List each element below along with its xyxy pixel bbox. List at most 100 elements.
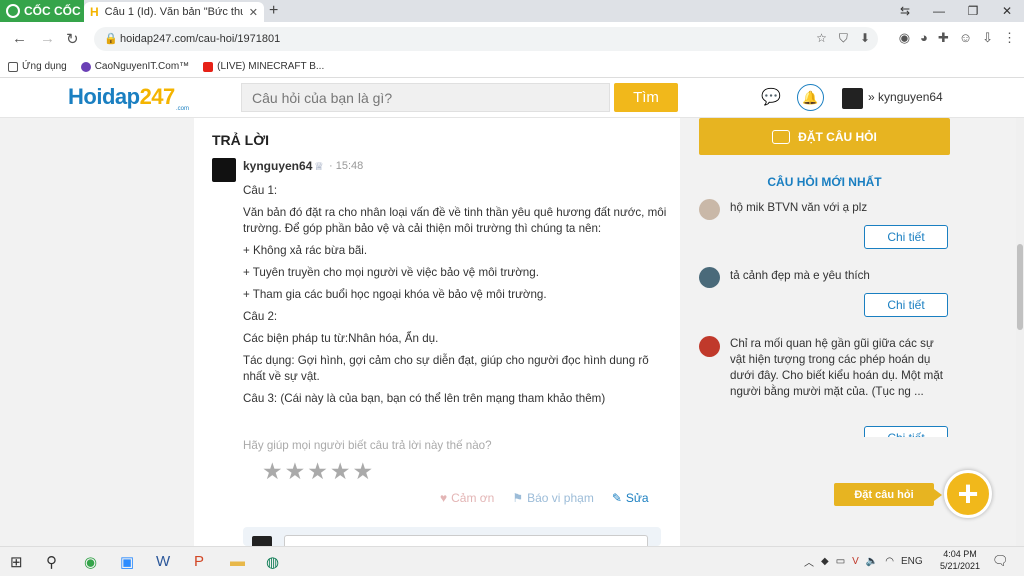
answer-line: Câu 2: (243, 310, 278, 323)
tab-switch-icon[interactable]: ⇆ (888, 0, 922, 22)
unikey-icon[interactable]: ◆ (821, 556, 829, 567)
user-menu[interactable]: » kynguyen64 (868, 90, 943, 104)
clock-time: 4:04 PM (943, 549, 977, 559)
system-tray: ︿ ◆ ▭ V 🔈 ◠ ENG (804, 554, 923, 569)
speaker-icon[interactable]: 🔈 (866, 556, 878, 567)
active-tab[interactable]: H Câu 1 (Id). Văn bản "Bức thư c ✕ (84, 2, 264, 22)
detail-button[interactable]: Chi tiết (864, 225, 948, 249)
edit-button[interactable]: ✎ Sửa (612, 491, 649, 505)
answer-author-name[interactable]: kynguyen64 (243, 159, 312, 173)
url-text: hoidap247.com/cau-hoi/1971801 (120, 33, 281, 45)
bookmark-apps[interactable]: Ứng dụng (8, 61, 67, 72)
bookmark-star-icon[interactable]: ☆ (816, 31, 827, 46)
coccoc-brand-button[interactable]: CỐC CỐC (0, 0, 84, 22)
windows-start-icon[interactable]: ⊞ (10, 553, 23, 571)
notification-icon[interactable]: 🗨 (992, 553, 1009, 569)
file-explorer-icon[interactable]: ▬ (230, 553, 245, 570)
detail-button[interactable]: Chi tiết (864, 426, 948, 437)
forward-icon[interactable]: → (40, 30, 55, 47)
youtube-icon (203, 61, 214, 72)
powerpoint-icon[interactable]: P (194, 553, 204, 570)
tab-close-icon[interactable]: ✕ (249, 6, 258, 19)
question-search-input[interactable] (241, 83, 610, 112)
question-avatar[interactable] (699, 336, 720, 357)
answer-line: + Tham gia các buổi học ngoại khóa về bả… (243, 288, 547, 301)
extension-icon[interactable]: ◉ (899, 30, 910, 46)
answer-author-avatar[interactable] (212, 158, 236, 182)
question-text[interactable]: Chỉ ra mối quan hệ gần gũi giữa các sự v… (730, 336, 948, 400)
comment-avatar (252, 536, 272, 546)
puzzle-icon[interactable]: ✚ (938, 30, 949, 46)
star-icon[interactable]: ★ (330, 459, 351, 483)
answer-time: · 15:48 (329, 160, 364, 172)
wifi-icon[interactable]: ◠ (885, 556, 894, 567)
detail-button[interactable]: Chi tiết (864, 293, 948, 317)
restore-icon[interactable]: ❐ (956, 0, 990, 22)
star-icon[interactable]: ★ (307, 459, 328, 483)
search-icon[interactable]: ⚲ (46, 553, 57, 571)
user-avatar[interactable] (842, 88, 863, 109)
star-icon[interactable]: ★ (353, 459, 374, 483)
answer-actions: ♥ Cảm ơn ⚑ Báo vi phạm ✎ Sửa (440, 491, 649, 505)
shield-icon[interactable]: ⛉ (839, 31, 848, 46)
question-text[interactable]: tả cảnh đẹp mà e yêu thích (730, 268, 948, 284)
bookmark-minecraft[interactable]: (LIVE) MINECRAFT B... (203, 61, 324, 72)
download-icon[interactable]: ⬇ (860, 31, 870, 46)
reload-icon[interactable]: ↻ (66, 30, 79, 48)
floating-ask-button[interactable]: + (944, 470, 992, 518)
report-button[interactable]: ⚑ Báo vi phạm (512, 491, 593, 505)
downloads-tray-icon[interactable]: ⇩ (982, 30, 993, 46)
search-button[interactable]: Tìm (614, 83, 678, 112)
coccoc-logo-icon (6, 4, 20, 18)
pencil-icon: ✎ (611, 491, 622, 505)
lock-icon[interactable]: 🔒 (104, 32, 118, 45)
floating-ask-label[interactable]: Đặt câu hỏi (834, 483, 942, 506)
ask-question-button[interactable]: ĐẶT CÂU HỎI (699, 118, 950, 155)
question-text[interactable]: hộ mik BTVN văn với ạ plz (730, 200, 948, 216)
question-avatar[interactable] (699, 199, 720, 220)
edit-label: Sửa (625, 491, 649, 505)
taskbar-clock[interactable]: 4:04 PM 5/21/2021 (936, 548, 984, 572)
menu-icon[interactable]: ⋮ (1003, 30, 1016, 46)
chat-icon[interactable]: 💬 (761, 87, 781, 107)
bookmark-caonguyenit[interactable]: CaoNguyenIT.Com™ (80, 61, 189, 72)
site-logo[interactable]: Hoidap247 (68, 84, 175, 110)
vietkey-icon[interactable]: V (852, 556, 859, 567)
thanks-label: Cảm ơn (451, 491, 495, 505)
comment-input[interactable] (284, 535, 648, 546)
language-indicator[interactable]: ENG (901, 556, 923, 567)
answer-line: Các biện pháp tu từ:Nhân hóa, Ẩn dụ. (243, 332, 439, 345)
star-icon[interactable]: ★ (285, 459, 306, 483)
answer-line: Văn bản đó đặt ra cho nhân loại vấn đề v… (243, 206, 667, 235)
detail-button-clipped: Chi tiết (864, 426, 948, 437)
brand-label: CỐC CỐC (24, 4, 81, 18)
tray-chevron-icon[interactable]: ︿ (804, 554, 814, 569)
profile-icon[interactable]: ☺ (959, 30, 972, 46)
close-window-icon[interactable]: ✕ (990, 0, 1024, 22)
logo-text: Hoidap (68, 84, 140, 109)
back-icon[interactable]: ← (12, 30, 27, 47)
bookmarks-bar: Ứng dụng CaoNguyenIT.Com™ (LIVE) MINECRA… (0, 56, 1024, 78)
answer-line: Câu 1: (243, 184, 278, 197)
word-icon[interactable]: W (156, 553, 170, 570)
rating-prompt: Hãy giúp mọi người biết câu trả lời này … (243, 439, 492, 452)
star-icon[interactable]: ★ (262, 459, 283, 483)
new-tab-icon[interactable]: + (269, 2, 278, 20)
battery-icon[interactable]: ▭ (836, 556, 845, 567)
ask-question-icon (772, 129, 791, 144)
rank-badge-icon: ♕ (314, 161, 324, 173)
page-scrollbar[interactable] (1016, 118, 1024, 546)
question-avatar[interactable] (699, 267, 720, 288)
extension-icons: ◉ ◕ ✚ ☺ ⇩ ⋮ (899, 30, 1016, 46)
address-bar[interactable]: 🔒 hoidap247.com/cau-hoi/1971801 ☆ ⛉ ⬇ (94, 27, 878, 51)
thanks-button[interactable]: ♥ Cảm ơn (440, 491, 494, 505)
scrollbar-thumb[interactable] (1017, 244, 1023, 330)
answer-body: Câu 1: Văn bản đó đặt ra cho nhân loại v… (243, 183, 667, 413)
bell-icon[interactable]: 🔔 (797, 84, 824, 111)
zoom-icon[interactable]: ▣ (120, 553, 134, 571)
minimize-icon[interactable]: — (922, 0, 956, 22)
coccoc-taskbar-icon[interactable]: ◉ (84, 553, 97, 571)
app-u-icon[interactable]: ◍ (266, 553, 279, 571)
extension-color-icon[interactable]: ◕ (920, 30, 928, 46)
answer-line: Câu 3: (Cái này là của bạn, bạn có thể l… (243, 392, 606, 405)
